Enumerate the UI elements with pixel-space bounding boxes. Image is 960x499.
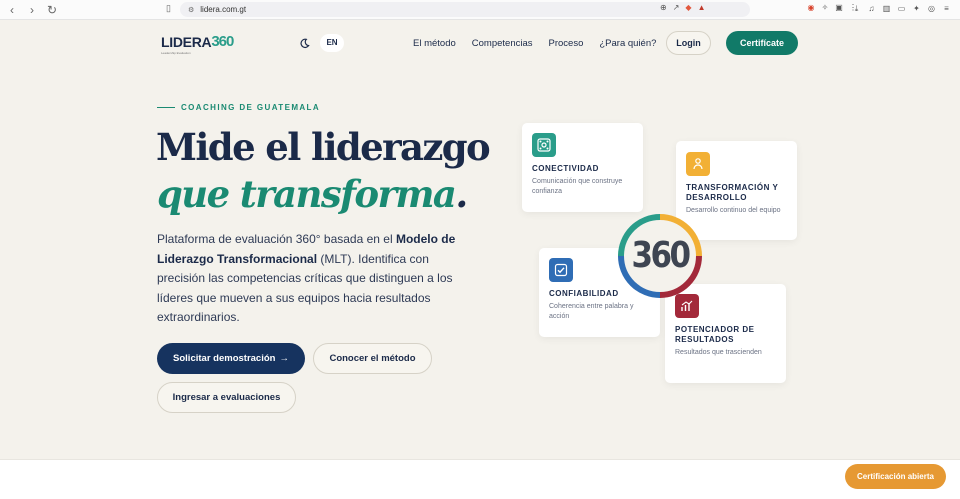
desc-part1: Plataforma de evaluación 360° basada en … (157, 232, 396, 246)
browser-toolbar: ‹ › ↻ ▯ ⚙ lidera.com.gt ⊕ ↗ ◆ ▲ ◉ ✧ ▣ ⋮ … (0, 0, 960, 20)
certify-button[interactable]: Certifícate (726, 31, 798, 55)
card-subtitle: Coherencia entre palabra y acción (549, 303, 634, 320)
open-certification-badge[interactable]: Certificación abierta (845, 464, 946, 489)
forward-icon[interactable]: › (24, 2, 40, 18)
dark-mode-toggle[interactable] (295, 34, 313, 52)
moon-icon (300, 38, 310, 48)
card-conectividad: CONECTIVIDAD Comunicación que construye … (522, 123, 643, 212)
extension-fox-icon[interactable]: ◉ (806, 3, 816, 13)
card-title: CONECTIVIDAD (532, 164, 599, 173)
logo-number: 360 (211, 33, 234, 50)
toolbar-right: ⤓ ♫ ▥ ▭ ✦ ◎ ≡ (851, 3, 952, 14)
extension-box-icon[interactable]: ▣ (834, 3, 844, 13)
check-shield-icon (549, 258, 573, 282)
hero-description: Plataforma de evaluación 360° basada en … (157, 230, 457, 328)
site-logo[interactable]: LIDERA 360 (161, 33, 234, 50)
sidebar-icon[interactable]: ▥ (881, 3, 892, 14)
request-demo-button[interactable]: Solicitar demostración → (157, 343, 305, 374)
back-icon[interactable]: ‹ (4, 2, 20, 18)
hero-eyebrow: COACHING DE GUATEMALA (157, 103, 320, 112)
enter-evaluations-button[interactable]: Ingresar a evaluaciones (157, 382, 296, 413)
arrow-right-icon: → (279, 353, 289, 364)
main-nav: El método Competencias Proceso ¿Para qui… (413, 38, 656, 49)
zoom-icon[interactable]: ⊕ (660, 3, 667, 12)
nav-item-competencias[interactable]: Competencias (472, 38, 533, 49)
reload-icon[interactable]: ↻ (44, 2, 60, 18)
card-subtitle: Comunicación que construye confianza (532, 178, 623, 195)
card-title: TRANSFORMACIÓN Y DESARROLLO (686, 183, 779, 202)
share-icon[interactable]: ↗ (673, 3, 680, 12)
nav-item-metodo[interactable]: El método (413, 38, 456, 49)
request-demo-label: Solicitar demostración (173, 353, 276, 364)
music-icon[interactable]: ♫ (866, 3, 877, 14)
card-subtitle: Resultados que trascienden (675, 349, 762, 356)
growth-icon (686, 152, 710, 176)
url-text: lidera.com.gt (200, 5, 247, 14)
vpn-icon[interactable]: ◎ (926, 3, 937, 14)
site-info-icon[interactable]: ⚙ (188, 6, 194, 14)
next-section (0, 459, 960, 499)
language-toggle[interactable]: EN (320, 34, 344, 52)
login-button[interactable]: Login (666, 31, 711, 55)
network-icon (532, 133, 556, 157)
leo-icon[interactable]: ✦ (911, 3, 922, 14)
center-360-number: 360 (631, 235, 691, 276)
download-icon[interactable]: ⤓ (851, 3, 862, 14)
eyebrow-text: COACHING DE GUATEMALA (181, 103, 321, 112)
hero-title-line2: que transforma. (157, 172, 468, 216)
eyebrow-line (157, 107, 175, 108)
hero-title-italic: que transforma (157, 172, 457, 216)
hero-title-dot: . (455, 172, 468, 216)
menu-icon[interactable]: ≡ (941, 3, 952, 14)
card-title: POTENCIADOR DE RESULTADOS (675, 325, 755, 344)
rewards-icon[interactable]: ▲ (698, 3, 706, 12)
wallet-icon[interactable]: ▭ (896, 3, 907, 14)
brave-shield-icon[interactable]: ◆ (685, 3, 691, 12)
logo-tagline: Leadership Evaluation (161, 51, 191, 55)
nav-item-proceso[interactable]: Proceso (549, 38, 584, 49)
extension-puzzle-icon[interactable]: ✧ (820, 3, 830, 13)
nav-item-para-quien[interactable]: ¿Para quién? (599, 38, 656, 49)
bookmark-icon[interactable]: ▯ (166, 3, 171, 14)
hero-title-line1: Mide el liderazgo (156, 125, 491, 169)
logo-text: LIDERA (161, 33, 212, 50)
learn-method-button[interactable]: Conocer el método (313, 343, 432, 374)
